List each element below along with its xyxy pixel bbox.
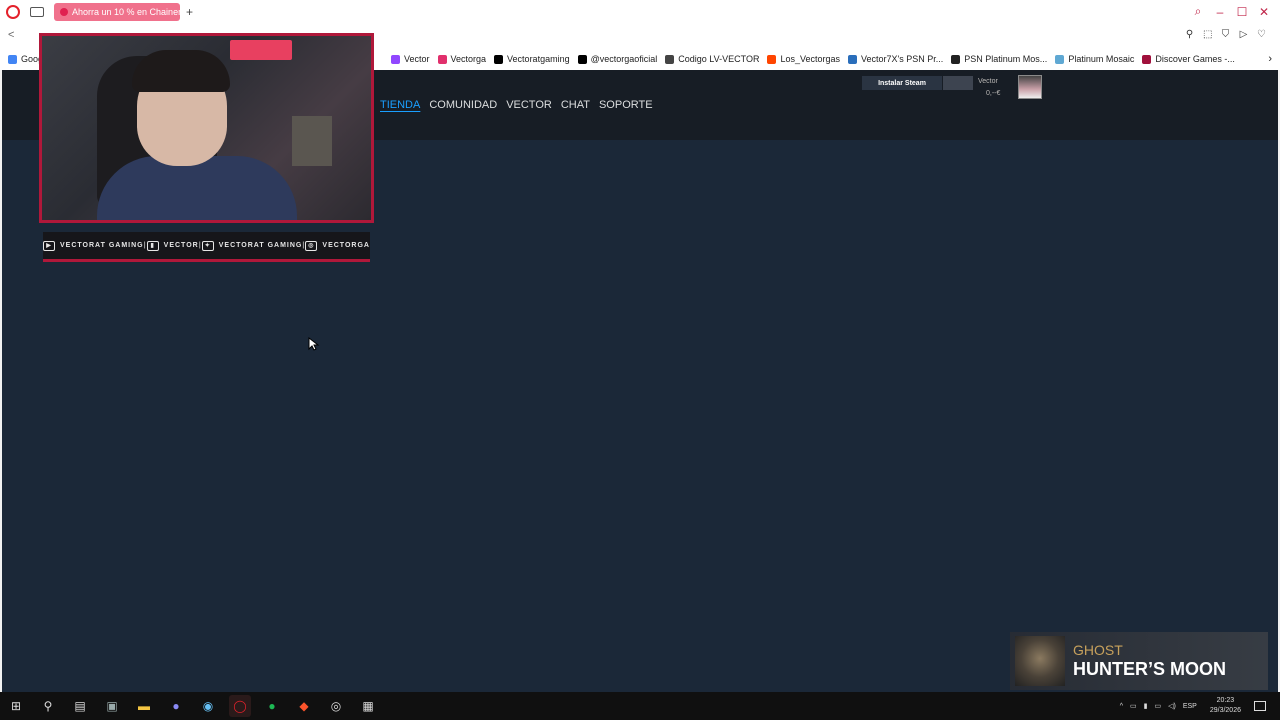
start-menu-icon[interactable]: ⊞ [5,695,27,717]
network-icon[interactable]: ▭ [1154,702,1161,710]
more-bookmarks-icon[interactable]: › [1268,53,1272,65]
browser-tab-bar: Ahorra un 10 % en Chainer + ⌕ – ☐ ✕ [0,0,1280,24]
bookmark-item[interactable]: Discover Games -... [1142,54,1235,64]
search-icon[interactable]: ⚲ [37,695,59,717]
bookmark-list: Vector Vectorga Vectoratgaming @vectorgaofi… [391,54,1243,64]
nav-support[interactable]: SOPORTE [599,99,653,111]
bookmark-favicon-icon [577,54,587,64]
brave-icon[interactable]: ◆ [293,695,315,717]
back-icon[interactable]: < [8,29,14,41]
bookmark-item[interactable]: Vectorga [437,54,486,64]
social-twitch: ▮ VECTOR [146,240,199,251]
close-icon[interactable]: ✕ [1258,5,1270,19]
bookmark-favicon-icon [1055,54,1065,64]
spotify-icon[interactable]: ● [261,695,283,717]
youtube-icon: ▶ [43,240,56,251]
steam-icon[interactable]: ◉ [197,695,219,717]
game-case [292,116,332,166]
task-view-icon[interactable]: ▤ [69,695,91,717]
bookmark-item[interactable]: @vectorgaoficial [577,54,657,64]
address-bar-tools: ⚲ ⬚ ⛉ ▷ ♡ [1185,29,1266,41]
bookmark-item[interactable]: Vector [391,54,430,64]
opera-logo-icon[interactable] [6,5,20,19]
streamer-hair [132,50,230,92]
google-icon [8,54,17,64]
twitch-icon: ▮ [146,240,159,251]
social-links-banner: ▶ VECTORAT GAMING | ▮ VECTOR | ✦ VECTORA… [43,232,370,262]
obs-icon[interactable]: ◎ [325,695,347,717]
notifications-button[interactable] [943,76,973,90]
tab-favicon-icon [60,8,68,16]
microphone-icon[interactable]: ▮ [1144,702,1148,710]
browser-tab[interactable]: Ahorra un 10 % en Chainer [54,3,180,21]
now-playing-widget: GHOST HUNTER’S MOON [1010,632,1268,690]
bookmark-favicon-icon [665,54,675,64]
system-tray: ^ ▭ ▮ ▭ ◁) ESP 20:23 29/3/2026 [1120,692,1280,720]
chevron-up-icon[interactable]: ^ [1120,703,1123,710]
install-steam-button[interactable]: Instalar Steam [862,76,942,90]
social-instagram: ◎ VECTORGA [305,240,370,251]
file-explorer-icon[interactable]: ▬ [133,695,155,717]
bookmark-item[interactable]: Los_Vectorgas [767,54,840,64]
bookmark-item[interactable]: PSN Platinum Mos... [951,54,1047,64]
now-playing-artist: GHOST [1073,642,1123,658]
instagram-icon: ◎ [305,240,318,251]
tab-workspace-icon[interactable] [30,7,44,17]
minimize-icon[interactable]: – [1214,5,1226,19]
app-icon[interactable]: ▣ [101,695,123,717]
bookmark-favicon-icon [494,54,504,64]
windows-taskbar: ⊞ ⚲ ▤ ▣ ▬ ● ◉ ◯ ● ◆ ◎ ▦ ^ ▭ ▮ ▭ ◁) ESP 2… [0,692,1280,720]
window-controls: ⌕ – ☐ ✕ [1192,4,1270,19]
bookmark-favicon-icon [391,54,400,64]
nav-community[interactable]: COMUNIDAD [429,99,497,111]
bookmark-favicon-icon [951,54,961,64]
clock[interactable]: 20:23 29/3/2026 [1210,696,1241,716]
bookmark-favicon-icon [848,54,858,64]
bookmark-item[interactable]: Platinum Mosaic [1055,54,1134,64]
search-icon[interactable]: ⌕ [1192,4,1204,19]
streamer-body [97,156,297,220]
pin-icon[interactable]: ⚲ [1185,29,1194,41]
account-name[interactable]: Vector [978,78,998,85]
social-youtube: ▶ VECTORAT GAMING [43,240,144,251]
device-icon[interactable]: ▭ [1130,702,1137,710]
opera-icon[interactable]: ◯ [229,695,251,717]
bookmark-favicon-icon [767,54,777,64]
heart-icon[interactable]: ♡ [1257,29,1266,41]
maximize-icon[interactable]: ☐ [1236,5,1248,19]
bookmark-google[interactable]: Goog [8,54,43,64]
bookmark-favicon-icon [437,54,447,64]
neon-sign [230,40,292,60]
shield-icon[interactable]: ⛉ [1221,29,1230,41]
album-art [1015,636,1065,686]
app-icon[interactable]: ▦ [357,695,379,717]
language-indicator[interactable]: ESP [1183,703,1197,710]
new-tab-icon[interactable]: + [186,5,193,19]
avatar[interactable] [1018,75,1042,99]
volume-icon[interactable]: ◁) [1168,702,1176,710]
webcam-overlay [39,33,374,223]
twitter-icon: ✦ [201,240,214,251]
nav-user[interactable]: VECTOR [506,99,552,111]
wallet-balance: 0,--€ [986,90,1001,97]
now-playing-title: HUNTER’S MOON [1073,659,1226,679]
bookmark-favicon-icon [1142,54,1152,64]
social-twitter: ✦ VECTORAT GAMING [201,240,303,251]
tab-title: Ahorra un 10 % en Chainer [72,7,180,17]
snapshot-icon[interactable]: ⬚ [1203,29,1212,41]
bookmark-item[interactable]: Vectoratgaming [494,54,570,64]
nav-store[interactable]: TIENDA [380,99,420,111]
notifications-icon[interactable] [1254,701,1266,711]
bookmark-item[interactable]: Codigo LV-VECTOR [665,54,759,64]
nav-chat[interactable]: CHAT [561,99,590,111]
discord-icon[interactable]: ● [165,695,187,717]
play-icon[interactable]: ▷ [1239,29,1248,41]
steam-nav: TIENDA COMUNIDAD VECTOR CHAT SOPORTE [380,99,653,111]
bookmark-item[interactable]: Vector7X's PSN Pr... [848,54,943,64]
